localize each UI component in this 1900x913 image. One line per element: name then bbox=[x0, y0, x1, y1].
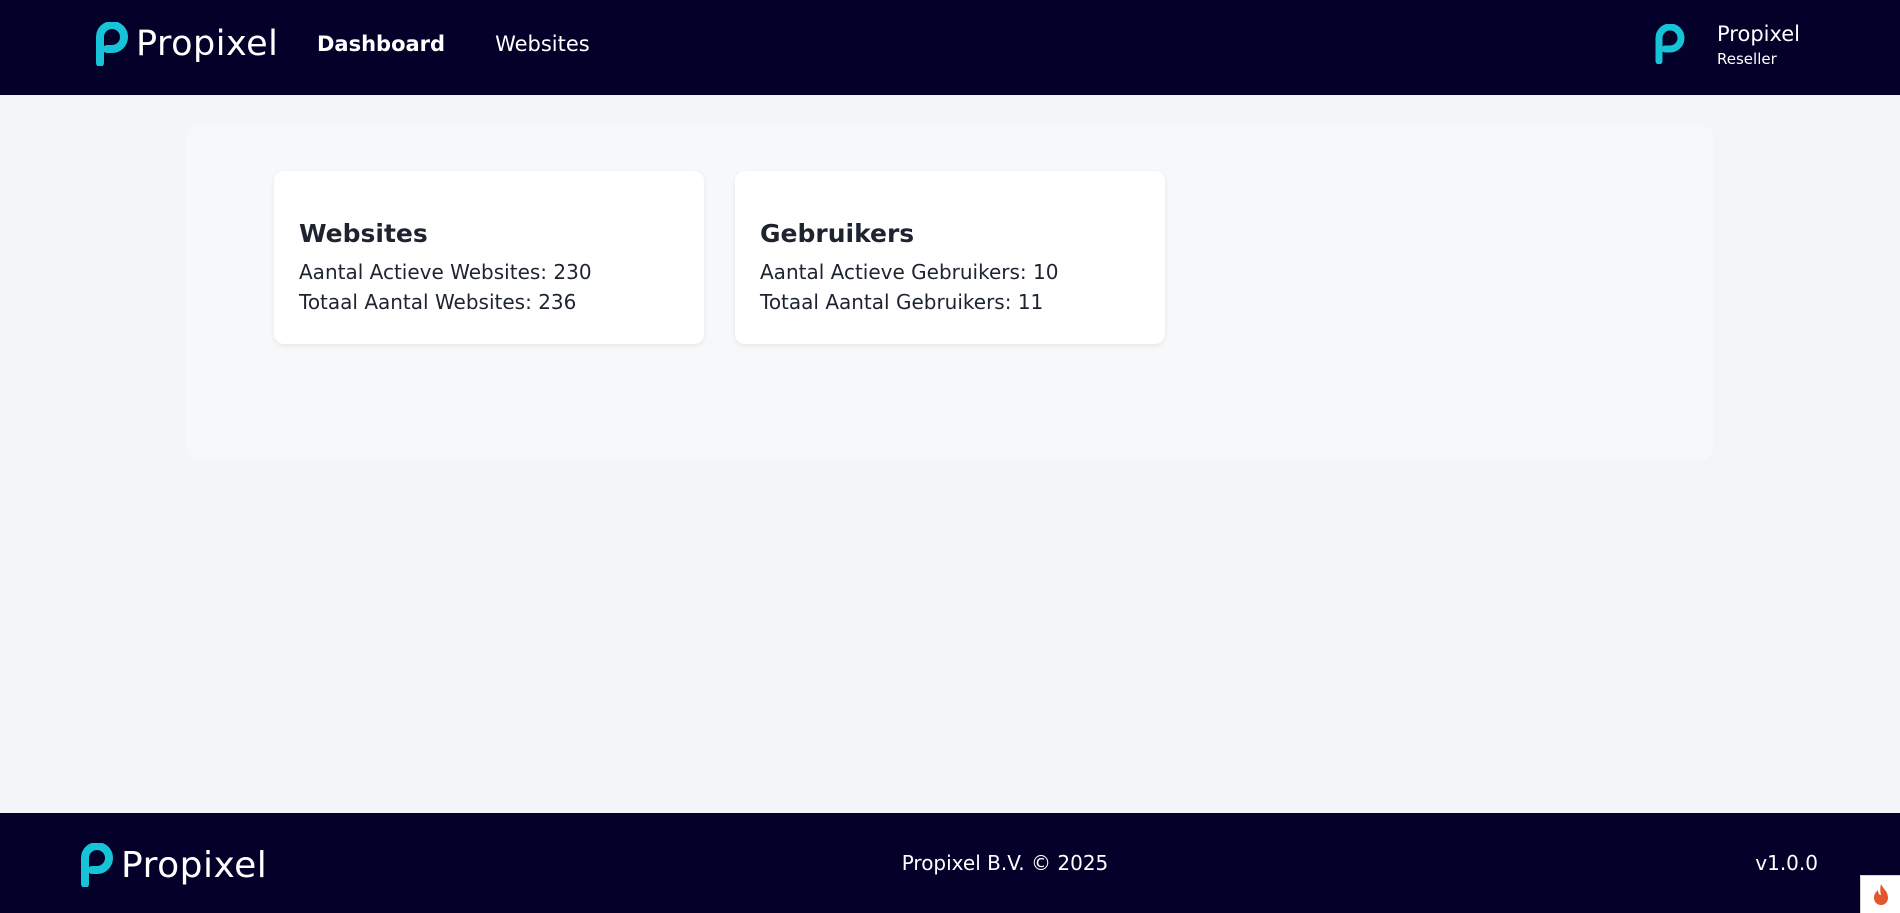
dashboard-panel: Websites Aantal Actieve Websites: 230 To… bbox=[186, 125, 1713, 460]
user-role: Reseller bbox=[1717, 50, 1777, 68]
total-users-count: Totaal Aantal Gebruikers: 11 bbox=[760, 290, 1044, 314]
version-label: v1.0.0 bbox=[1755, 851, 1818, 875]
debug-toolbar-toggle[interactable] bbox=[1860, 875, 1900, 913]
main-nav: Dashboard Websites bbox=[317, 30, 590, 58]
propixel-logo-icon bbox=[96, 22, 128, 66]
active-websites-count: Aantal Actieve Websites: 230 bbox=[299, 260, 592, 284]
nav-item-dashboard[interactable]: Dashboard bbox=[317, 30, 445, 58]
top-navbar: Propixel Dashboard Websites Propixel Res… bbox=[0, 0, 1900, 95]
brand-logo[interactable]: Propixel bbox=[96, 22, 278, 66]
propixel-p-icon bbox=[1655, 24, 1685, 64]
active-users-count: Aantal Actieve Gebruikers: 10 bbox=[760, 260, 1059, 284]
user-menu[interactable]: Propixel Reseller bbox=[1655, 20, 1800, 70]
footer: Propixel Propixel B.V. © 2025 v1.0.0 bbox=[0, 813, 1900, 913]
total-websites-count: Totaal Aantal Websites: 236 bbox=[299, 290, 577, 314]
copyright-text: Propixel B.V. © 2025 bbox=[901, 851, 1109, 875]
users-card-title: Gebruikers bbox=[760, 219, 915, 248]
flame-icon bbox=[1873, 883, 1888, 905]
users-stats-card: Gebruikers Aantal Actieve Gebruikers: 10… bbox=[735, 171, 1165, 344]
websites-card-title: Websites bbox=[299, 219, 428, 248]
user-name: Propixel bbox=[1717, 22, 1801, 46]
websites-stats-card: Websites Aantal Actieve Websites: 230 To… bbox=[274, 171, 704, 344]
nav-item-websites[interactable]: Websites bbox=[495, 30, 590, 58]
brand-logo-text: Propixel bbox=[136, 24, 279, 64]
